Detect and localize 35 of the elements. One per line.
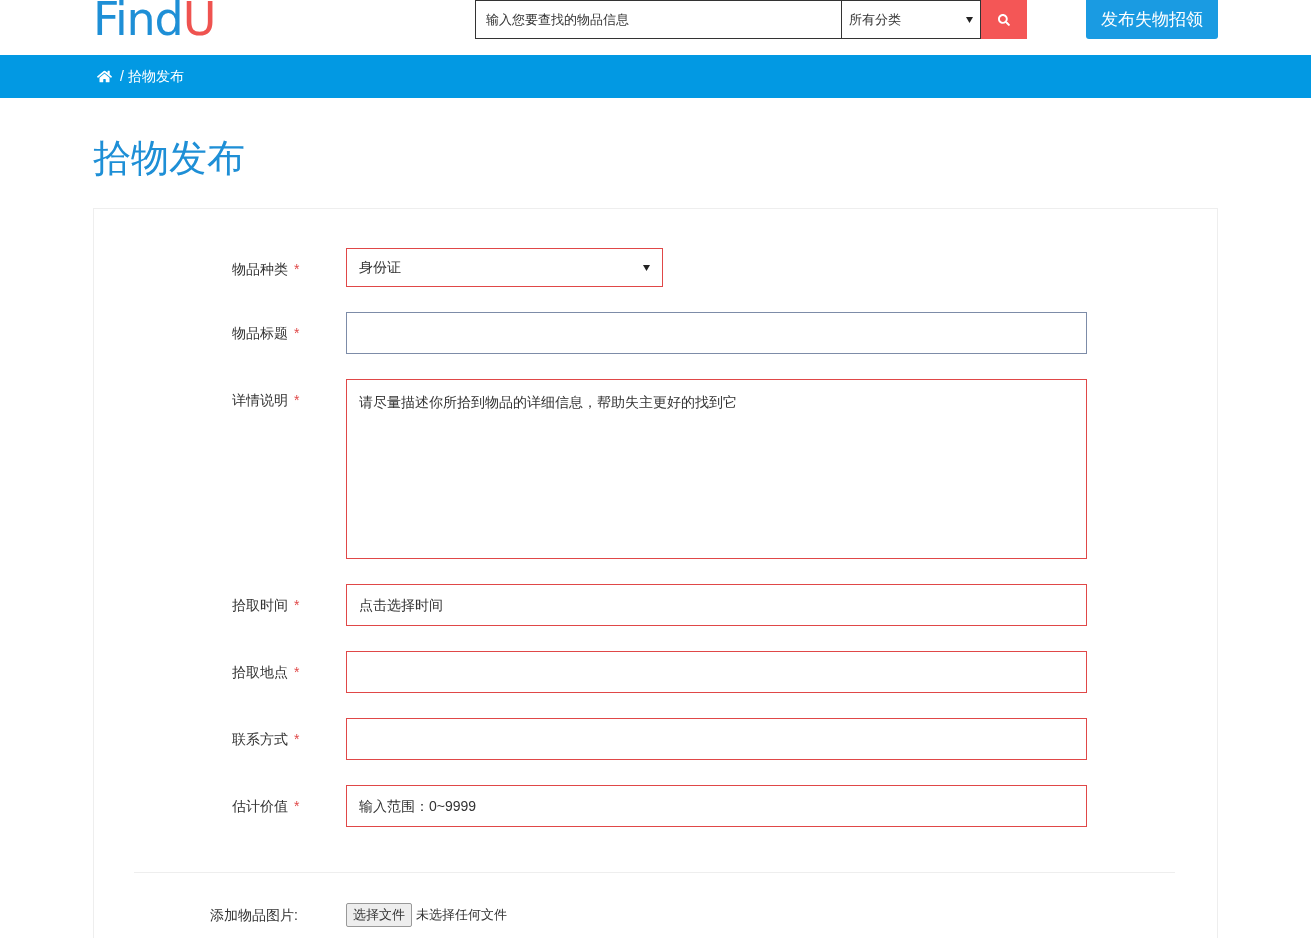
text-input[interactable]: 点击选择时间 <box>346 584 1087 626</box>
search-button[interactable] <box>981 0 1028 39</box>
caret-icon <box>966 16 974 23</box>
category-select[interactable]: 身份证 <box>346 248 663 287</box>
text-input[interactable] <box>346 718 1087 760</box>
text-input[interactable] <box>346 312 1087 354</box>
details-textarea[interactable]: 请尽量描述你所拾到物品的详细信息，帮助失主更好的找到它 <box>346 379 1087 559</box>
text-input[interactable]: 输入范围：0~9999 <box>346 785 1087 827</box>
required-mark: * <box>294 324 300 343</box>
breadcrumb-current: 拾物发布 <box>127 67 184 86</box>
field-label: 物品种类 <box>232 260 288 279</box>
home-icon[interactable] <box>97 69 112 84</box>
upload-label: 添加物品图片: <box>209 905 299 925</box>
search-icon <box>998 13 1011 26</box>
field-label: 估计价值 <box>232 797 288 816</box>
required-mark: * <box>294 260 300 279</box>
field-label: 详情说明 <box>232 391 288 410</box>
field-label: 拾取地点 <box>232 663 288 682</box>
category-dropdown[interactable]: 所有分类 <box>842 0 982 39</box>
text-input[interactable] <box>346 651 1087 693</box>
search-field[interactable]: 输入您要查找的物品信息 <box>475 0 843 39</box>
required-mark: * <box>294 663 300 682</box>
file-status: 未选择任何文件 <box>416 906 507 925</box>
choose-file-button[interactable]: 选择文件 <box>346 903 412 927</box>
required-mark: * <box>294 596 300 615</box>
required-mark: * <box>294 391 300 410</box>
field-label: 物品标题 <box>232 324 288 343</box>
logo[interactable]: FindU <box>93 0 216 38</box>
required-mark: * <box>294 730 300 749</box>
field-label: 拾取时间 <box>232 596 288 615</box>
required-mark: * <box>294 797 300 816</box>
breadcrumb-separator: / <box>120 67 124 86</box>
field-label: 联系方式 <box>232 730 288 749</box>
caret-icon <box>643 264 650 271</box>
page-title: 拾物发布 <box>93 136 246 181</box>
